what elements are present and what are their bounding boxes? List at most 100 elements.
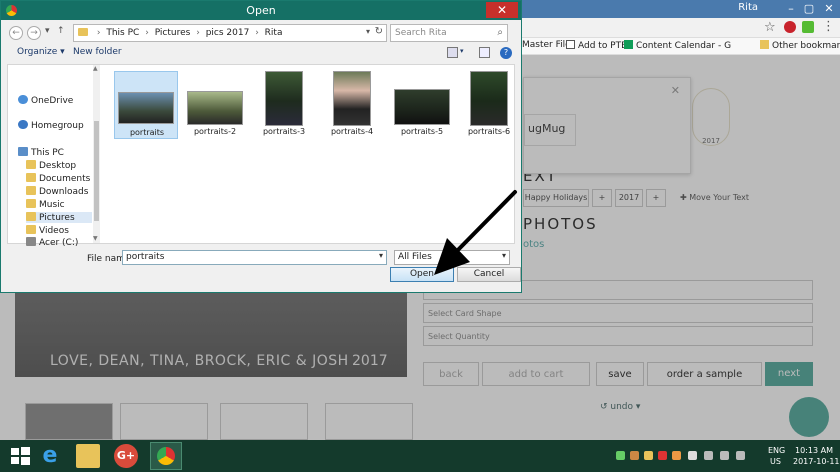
chevron-down-icon[interactable]: ▾	[502, 251, 506, 260]
file-label: portraits-3	[262, 127, 306, 136]
chrome-icon	[157, 447, 175, 465]
file-item-portraits[interactable]: portraits	[114, 71, 178, 139]
menu-dots-icon[interactable]: ⋮	[822, 19, 835, 34]
clock-time[interactable]: 10:13 AM	[795, 446, 833, 455]
bookmark-content-calendar[interactable]: Content Calendar - G	[624, 40, 731, 51]
clock-date: 2017-10-11	[793, 457, 840, 466]
pinterest-extension-icon[interactable]	[784, 21, 796, 33]
nav-item-acer-c[interactable]: Acer (C:)	[26, 237, 78, 248]
search-input[interactable]: Search Rita ⌕	[390, 24, 508, 42]
cancel-button[interactable]: Cancel	[457, 267, 521, 282]
file-type-select[interactable]: All Files ▾	[394, 250, 510, 265]
homegroup-icon	[18, 120, 28, 129]
region-indicator: US	[770, 457, 781, 466]
nav-item-videos[interactable]: Videos	[26, 225, 69, 236]
organize-menu[interactable]: Organize ▾	[17, 47, 65, 57]
refresh-icon[interactable]: ↻	[375, 26, 383, 37]
file-label: portraits	[129, 128, 165, 137]
dialog-close-button[interactable]: ✕	[486, 2, 518, 18]
file-item-portraits-3[interactable]: portraits-3	[252, 71, 316, 139]
nav-scrollbar-thumb[interactable]	[94, 121, 99, 221]
windows-start-icon[interactable]	[8, 444, 32, 468]
open-button[interactable]: Open	[390, 267, 454, 282]
google-plus-icon[interactable]: G+	[114, 444, 138, 468]
volume-icon[interactable]	[736, 451, 745, 460]
help-icon[interactable]: ?	[500, 47, 512, 59]
file-list: portraits portraits-2 portraits-3 portra…	[102, 65, 514, 243]
nav-item-pictures[interactable]: Pictures	[26, 212, 92, 223]
internet-explorer-icon[interactable]: e	[38, 444, 62, 468]
minimize-icon[interactable]: –	[784, 2, 798, 15]
windows-taskbar: e G+ ENG US 10:13 AM 2017-10-11	[0, 440, 840, 472]
battery-icon[interactable]	[704, 451, 713, 460]
new-folder-button[interactable]: New folder	[73, 47, 122, 57]
nav-item-documents[interactable]: Documents	[26, 173, 90, 184]
file-item-portraits-2[interactable]: portraits-2	[183, 71, 247, 139]
extension-icon[interactable]	[802, 21, 814, 33]
navigation-pane: OneDrive Homegroup This PC Desktop Docum…	[8, 65, 100, 248]
nav-item-onedrive[interactable]: OneDrive	[18, 95, 73, 106]
bookmark-star-icon[interactable]: ☆	[764, 20, 776, 35]
breadcrumb-pics-2017[interactable]: pics 2017	[206, 28, 250, 38]
file-name-input[interactable]: portraits ▾	[122, 250, 387, 265]
chevron-down-icon[interactable]: ▾	[379, 251, 383, 260]
close-icon[interactable]: ✕	[822, 2, 836, 15]
file-name-value: portraits	[126, 252, 165, 262]
dialog-title: Open	[246, 4, 276, 17]
breadcrumb-pictures[interactable]: Pictures	[155, 28, 191, 38]
forward-arrow-icon[interactable]: →	[27, 26, 41, 40]
tray-app-icon[interactable]	[630, 451, 639, 460]
user-badge[interactable]: Rita	[738, 2, 758, 13]
page-icon	[566, 40, 575, 49]
preview-pane-icon[interactable]	[479, 47, 490, 58]
tray-app-icon[interactable]	[658, 451, 667, 460]
show-hidden-icons[interactable]	[688, 451, 697, 460]
up-arrow-icon[interactable]: ↑	[57, 26, 65, 36]
network-icon[interactable]	[720, 451, 729, 460]
file-explorer-icon[interactable]	[76, 444, 100, 468]
recent-locations-icon[interactable]: ▾	[45, 26, 50, 36]
bookmark-other[interactable]: Other bookmarks	[760, 40, 840, 51]
dialog-title-bar: Open ✕	[1, 1, 521, 20]
onedrive-icon	[18, 95, 28, 104]
file-label: portraits-5	[400, 127, 444, 136]
breadcrumb-this-pc[interactable]: This PC	[106, 28, 139, 38]
tray-app-icon[interactable]	[672, 451, 681, 460]
maximize-icon[interactable]: ▢	[802, 2, 816, 15]
file-label: portraits-6	[467, 127, 511, 136]
drive-icon	[26, 237, 36, 246]
folder-icon	[26, 160, 36, 169]
file-browser-area: OneDrive Homegroup This PC Desktop Docum…	[7, 64, 515, 248]
photo-thumbnail	[118, 92, 174, 124]
scroll-down-icon[interactable]: ▼	[93, 235, 98, 242]
computer-icon	[18, 147, 28, 156]
nav-item-downloads[interactable]: Downloads	[26, 186, 88, 197]
scroll-up-icon[interactable]: ▲	[93, 65, 98, 72]
folder-icon	[26, 186, 36, 195]
address-breadcrumb[interactable]: › This PC › Pictures › pics 2017 › Rita …	[73, 24, 387, 42]
view-options-icon[interactable]	[447, 47, 458, 58]
chrome-taskbar-button[interactable]	[150, 442, 182, 470]
back-arrow-icon[interactable]: ←	[9, 26, 23, 40]
folder-icon	[26, 173, 36, 182]
file-item-portraits-4[interactable]: portraits-4	[320, 71, 384, 139]
language-indicator[interactable]: ENG	[768, 446, 785, 455]
photo-thumbnail	[470, 71, 508, 126]
bookmark-master-file[interactable]: Master File	[522, 40, 571, 50]
folder-icon	[78, 28, 88, 36]
file-type-value: All Files	[398, 252, 432, 262]
bookmark-add-to-pte[interactable]: Add to PTE	[566, 40, 627, 51]
breadcrumb-rita[interactable]: Rita	[265, 28, 283, 38]
nav-item-music[interactable]: Music	[26, 199, 65, 210]
nav-item-homegroup[interactable]: Homegroup	[18, 120, 84, 131]
nav-item-desktop[interactable]: Desktop	[26, 160, 76, 171]
folder-icon	[26, 225, 36, 234]
path-dropdown-icon[interactable]: ▾	[366, 27, 370, 36]
tray-app-icon[interactable]	[644, 451, 653, 460]
file-item-portraits-6[interactable]: portraits-6	[457, 71, 521, 139]
view-dropdown-icon[interactable]: ▾	[460, 47, 464, 55]
tray-app-icon[interactable]	[616, 451, 625, 460]
file-item-portraits-5[interactable]: portraits-5	[390, 71, 454, 139]
search-icon: ⌕	[497, 27, 503, 38]
nav-item-this-pc[interactable]: This PC	[18, 147, 64, 158]
